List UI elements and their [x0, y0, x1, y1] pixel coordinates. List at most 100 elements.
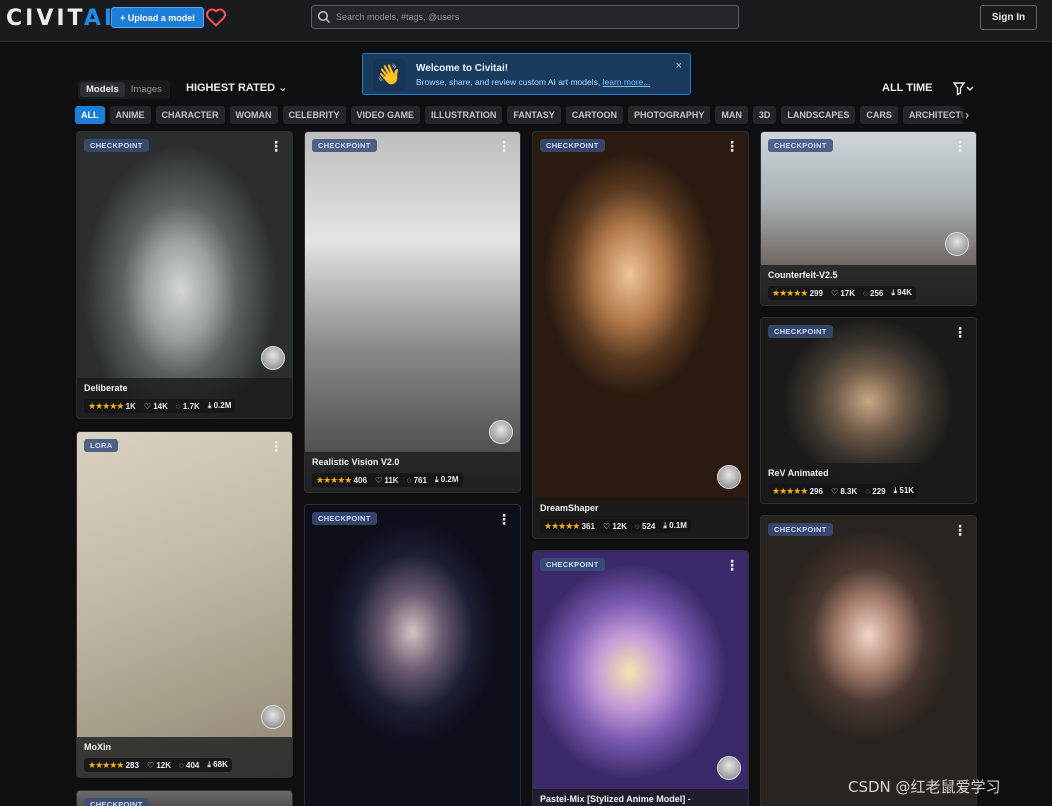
chevron-right-icon[interactable]: ›: [959, 106, 975, 125]
more-options-icon[interactable]: ⋮: [269, 139, 283, 153]
downloads: ⤓ 94K: [891, 288, 911, 298]
more-options-icon[interactable]: ⋮: [725, 139, 739, 153]
banner-subtitle: Browse, share, and review custom AI art …: [416, 77, 650, 87]
model-card[interactable]: CHECKPOINT ⋮ Pastel-Mix [Stylized Anime …: [532, 550, 749, 806]
model-name: Deliberate: [84, 383, 128, 393]
star-rating-icon: ★★★★★: [772, 485, 808, 496]
heart-icon[interactable]: [204, 5, 228, 29]
more-options-icon[interactable]: ⋮: [497, 139, 511, 153]
likes: ♡ 12K: [603, 522, 627, 531]
card-footer: Deliberate ★★★★★ 1K ♡ 14K ◌ 1.7K ⤓ 0.2M: [77, 378, 292, 418]
rating-count: 283: [125, 760, 139, 770]
model-type-badge: CHECKPOINT: [768, 325, 833, 338]
star-rating-icon: ★★★★★: [88, 400, 124, 411]
model-card[interactable]: CHECKPOINT ⋮ Counterfeit-V2.5 ★★★★★ 299 …: [760, 131, 977, 306]
downloads: ⤓ 51K: [894, 486, 914, 496]
download-icon: ⤓: [434, 475, 439, 484]
tab-models[interactable]: Models: [80, 82, 125, 97]
downloads-count: 51K: [899, 486, 915, 495]
more-options-icon[interactable]: ⋮: [953, 139, 967, 153]
learn-more-link[interactable]: learn more...: [603, 77, 651, 87]
avatar[interactable]: [717, 465, 741, 489]
more-options-icon[interactable]: ⋮: [269, 439, 283, 453]
model-type-badge: CHECKPOINT: [84, 798, 149, 806]
category-chip[interactable]: CHARACTER: [155, 106, 225, 124]
model-card[interactable]: CHECKPOINT ⋮: [760, 515, 977, 806]
avatar[interactable]: [261, 705, 285, 729]
download-icon: ⤓: [663, 521, 667, 530]
category-chip[interactable]: CARTOON: [565, 106, 624, 124]
comments-count: 761: [413, 475, 427, 485]
model-stats: ★★★★★ 361 ♡ 12K ◌ 524 ⤓ 0.1M: [540, 519, 691, 533]
rating-count: 299: [809, 288, 823, 298]
category-chip[interactable]: ILLUSTRATION: [425, 106, 503, 124]
model-stats: ★★★★★ 283 ♡ 12K ◌ 404 ⤓ 68K: [84, 758, 232, 772]
model-name: DreamShaper: [540, 503, 599, 513]
rating: ★★★★★ 406: [316, 475, 367, 486]
download-icon: ⤓: [893, 486, 898, 495]
star-rating-icon: ★★★★★: [772, 287, 808, 298]
search-input[interactable]: [336, 8, 726, 26]
model-card[interactable]: CHECKPOINT: [76, 790, 293, 806]
category-chip[interactable]: VIDEO GAME: [350, 106, 421, 124]
likes-count: 8.3K: [840, 486, 858, 496]
downloads: ⤓ 0.1M: [663, 521, 687, 531]
upload-model-button[interactable]: + Upload a model: [111, 7, 204, 28]
more-options-icon[interactable]: ⋮: [953, 523, 967, 537]
avatar[interactable]: [717, 756, 741, 780]
category-chip[interactable]: CELEBRITY: [282, 106, 346, 124]
likes: ♡ 11K: [375, 476, 399, 485]
sort-dropdown[interactable]: HIGHEST RATED ⌄: [186, 81, 287, 94]
model-card[interactable]: CHECKPOINT ⋮ Realistic Vision V2.0 ★★★★★…: [304, 131, 521, 493]
model-type-badge: CHECKPOINT: [540, 558, 605, 571]
avatar[interactable]: [261, 346, 285, 370]
filter-icon[interactable]: [952, 81, 976, 97]
model-type-badge: CHECKPOINT: [540, 139, 605, 152]
more-options-icon[interactable]: ⋮: [953, 325, 967, 339]
category-chip[interactable]: ANIME: [109, 106, 151, 124]
download-icon: ⤓: [207, 401, 212, 410]
period-dropdown[interactable]: ALL TIME: [882, 82, 933, 94]
comments: ◌ 761: [407, 476, 427, 485]
model-card[interactable]: LORA ⋮ MoXin ★★★★★ 283 ♡ 12K ◌ 404 ⤓ 68K: [76, 431, 293, 778]
downloads-count: 0.1M: [669, 521, 687, 530]
rating: ★★★★★ 361: [544, 521, 595, 532]
rating: ★★★★★ 1K: [88, 401, 136, 412]
avatar[interactable]: [489, 420, 513, 444]
avatar[interactable]: [945, 232, 969, 256]
card-footer: DreamShaper ★★★★★ 361 ♡ 12K ◌ 524 ⤓ 0.1M: [533, 498, 748, 538]
likes: ♡ 12K: [147, 761, 171, 770]
model-preview-image: [305, 132, 520, 492]
downloads-count: 0.2M: [440, 475, 459, 484]
category-chip[interactable]: ALL: [75, 106, 105, 124]
category-chip[interactable]: FANTASY: [507, 106, 561, 124]
downloads-count: 68K: [213, 760, 228, 769]
category-chip[interactable]: CARS: [860, 106, 898, 124]
chevron-down-icon: ⌄: [278, 82, 288, 94]
close-banner-button[interactable]: ×: [676, 60, 682, 72]
search-bar[interactable]: [311, 5, 739, 29]
card-footer: Pastel-Mix [Stylized Anime Model] -: [533, 789, 748, 806]
comments-count: 404: [186, 760, 200, 770]
tab-images[interactable]: Images: [125, 82, 168, 97]
more-options-icon[interactable]: ⋮: [497, 512, 511, 526]
sign-in-button[interactable]: Sign In: [980, 5, 1037, 30]
comment-icon: ◌: [175, 401, 181, 411]
civitai-logo[interactable]: CIVITAI: [6, 6, 115, 31]
model-name: ReV Animated: [768, 468, 829, 478]
model-card[interactable]: CHECKPOINT ⋮ ReV Animated ★★★★★ 296 ♡ 8.…: [760, 317, 977, 504]
more-options-icon[interactable]: ⋮: [725, 558, 739, 572]
category-chip[interactable]: 3D: [752, 106, 777, 124]
model-card[interactable]: CHECKPOINT ⋮ DreamShaper ★★★★★ 361 ♡ 12K…: [532, 131, 749, 539]
model-type-badge: CHECKPOINT: [84, 139, 149, 152]
model-card[interactable]: CHECKPOINT ⋮ Deliberate ★★★★★ 1K ♡ 14K ◌…: [76, 131, 293, 419]
model-card[interactable]: CHECKPOINT ⋮: [304, 504, 521, 806]
heart-outline-icon: ♡: [830, 486, 839, 496]
content-type-switch: Models Images: [78, 80, 170, 99]
comments-count: 524: [642, 521, 656, 531]
category-chip[interactable]: LANDSCAPES: [781, 106, 856, 124]
category-chip[interactable]: PHOTOGRAPHY: [628, 106, 711, 124]
category-chip[interactable]: MAN: [715, 106, 748, 124]
downloads-count: 94K: [897, 288, 912, 297]
category-chip[interactable]: WOMAN: [229, 106, 278, 124]
